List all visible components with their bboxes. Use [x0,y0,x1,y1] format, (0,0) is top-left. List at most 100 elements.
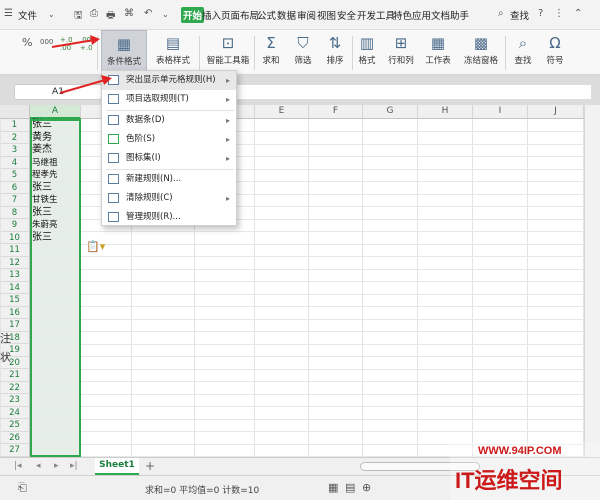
print-preview-icon[interactable]: ⎙ [90,8,98,19]
menu-item-clear-rules[interactable]: 清除规则(C) ▸ [102,189,236,208]
first-sheet-icon[interactable]: |◂ [14,461,22,471]
cell-a10[interactable]: 张三 [32,232,52,245]
add-sheet-icon[interactable]: + [145,459,155,473]
row-header-25[interactable]: 25 [0,419,30,432]
menu-item-new-rule[interactable]: 新建规则(N)... [102,170,236,189]
format-button[interactable]: ▥ 格式 [354,30,380,75]
tab-developer[interactable]: 开发工具 [357,8,395,22]
column-header-h[interactable]: H [418,105,473,119]
page-layout-view-icon[interactable]: ▤ [345,481,355,494]
menu-item-top-bottom-rules[interactable]: 项目选取规则(T) ▸ [102,90,236,109]
menu-item-icon-sets[interactable]: 图标集(I) ▸ [102,149,236,168]
column-header-j[interactable]: J [528,105,584,119]
cell-a8[interactable]: 张三 [32,207,52,220]
row-header-11[interactable]: 11 [0,244,30,257]
increase-decimal-button[interactable]: +.0 .00 [60,36,74,52]
column-header-i[interactable]: I [473,105,528,119]
hamburger-icon[interactable]: ☰ [4,8,13,19]
tab-data[interactable]: 数据 [277,8,296,22]
cell-a2[interactable]: 黄务 [32,132,52,145]
normal-view-icon[interactable]: ▦ [328,481,338,494]
row-header-16[interactable]: 16 [0,306,30,319]
toolbox-button[interactable]: ⊡ 智能工具箱 [204,30,252,75]
symbol-button[interactable]: Ω 符号 [540,30,570,75]
row-header-27[interactable]: 27 [0,444,30,457]
cell-a4[interactable]: 马继祖 [32,157,58,170]
search-label[interactable]: 查找 [510,8,529,22]
cell-a7[interactable]: 甘铁生 [32,194,58,207]
menu-file[interactable]: 文件 [18,8,37,22]
row-header-13[interactable]: 13 [0,269,30,282]
macro-icon[interactable]: ⎗ [18,481,27,495]
print-icon[interactable]: 🖶 [106,8,115,25]
last-sheet-icon[interactable]: ▸| [70,461,78,471]
row-header-10[interactable]: 10 [0,231,30,244]
chevron-down-icon[interactable]: ⌄ [48,10,55,19]
row-header-1[interactable]: 1 [0,119,30,132]
name-box[interactable]: A1 [14,84,102,100]
row-header-4[interactable]: 4 [0,156,30,169]
row-header-8[interactable]: 8 [0,206,30,219]
tab-doc-assistant[interactable]: 文档助手 [431,8,469,22]
menu-item-highlight-cells-rules[interactable]: 突出显示单元格规则(H) ▸ [102,71,236,90]
next-sheet-icon[interactable]: ▸ [54,461,59,471]
row-header-24[interactable]: 24 [0,406,30,419]
row-header-6[interactable]: 6 [0,181,30,194]
tab-insert[interactable]: 插入 [202,8,221,22]
sheet-tab-sheet1[interactable]: Sheet1 [95,458,139,475]
row-header-2[interactable]: 2 [0,131,30,144]
column-header-g[interactable]: G [363,105,418,119]
undo-dropdown-icon[interactable]: ⌄ [162,10,169,19]
tab-security[interactable]: 安全 [337,8,356,22]
thousands-format-button[interactable]: 000 [40,38,53,46]
sum-button[interactable]: Σ 求和 [256,30,286,75]
row-header-14[interactable]: 14 [0,281,30,294]
decrease-decimal-button[interactable]: .00 +.0 [80,36,94,52]
column-header-e[interactable]: E [255,105,309,119]
cell-a3[interactable]: 姜杰 [32,144,52,157]
row-header-3[interactable]: 3 [0,144,30,157]
cell-a1[interactable]: 张三 [32,119,52,132]
table-style-button[interactable]: ▤ 表格样式 [150,30,196,75]
save-icon[interactable]: 🖫 [74,8,83,25]
menu-item-manage-rules[interactable]: 管理规则(R)... [102,208,236,227]
format-painter-icon[interactable]: ⌘ [124,8,134,19]
collapse-ribbon-icon[interactable]: ⌃ [574,8,582,19]
conditional-format-button[interactable]: ▦ 条件格式 [101,30,147,75]
freeze-panes-button[interactable]: ▩ 冻结窗格 [459,30,503,75]
percent-format-button[interactable]: % [22,36,32,49]
row-header-23[interactable]: 23 [0,394,30,407]
menu-item-color-scales[interactable]: 色阶(S) ▸ [102,130,236,149]
paste-options-icon[interactable]: 📋▾ [86,240,105,253]
tab-features[interactable]: 特色应用 [393,8,431,22]
tab-formulas[interactable]: 公式 [257,8,276,22]
tab-review[interactable]: 审阅 [297,8,316,22]
filter-button[interactable]: ⛉ 筛选 [288,30,318,75]
sheet-grid[interactable]: ABCDEFGHIJK 1234567891011121314151617181… [0,105,584,457]
column-header-f[interactable]: F [309,105,363,119]
rows-cols-button[interactable]: ⊞ 行和列 [383,30,419,75]
menu-item-data-bars[interactable]: 数据条(D) ▸ [102,111,236,130]
tab-home[interactable]: 开始 [181,7,205,23]
worksheet-button[interactable]: ▦ 工作表 [421,30,455,75]
tab-view[interactable]: 视图 [317,8,336,22]
undo-icon[interactable]: ↶ [144,8,152,19]
more-icon[interactable]: ⋮ [554,8,564,19]
find-button[interactable]: ⌕ 查找 [508,30,538,75]
prev-sheet-icon[interactable]: ◂ [36,461,41,471]
page-break-view-icon[interactable]: ⊕ [362,481,371,494]
row-header-9[interactable]: 9 [0,219,30,232]
help-icon[interactable]: ? [538,8,543,19]
search-icon[interactable]: ⌕ [498,8,504,19]
row-header-26[interactable]: 26 [0,431,30,444]
row-header-15[interactable]: 15 [0,294,30,307]
row-header-22[interactable]: 22 [0,381,30,394]
select-all-corner[interactable] [0,105,30,119]
row-header-5[interactable]: 5 [0,169,30,182]
cell-a5[interactable]: 程孝先 [32,169,58,182]
row-header-21[interactable]: 21 [0,369,30,382]
tab-page-layout[interactable]: 页面布局 [221,8,259,22]
vertical-scrollbar[interactable] [584,105,600,457]
column-header-a[interactable]: A [30,105,81,119]
cell-a9[interactable]: 朱蔚亮 [32,219,58,232]
